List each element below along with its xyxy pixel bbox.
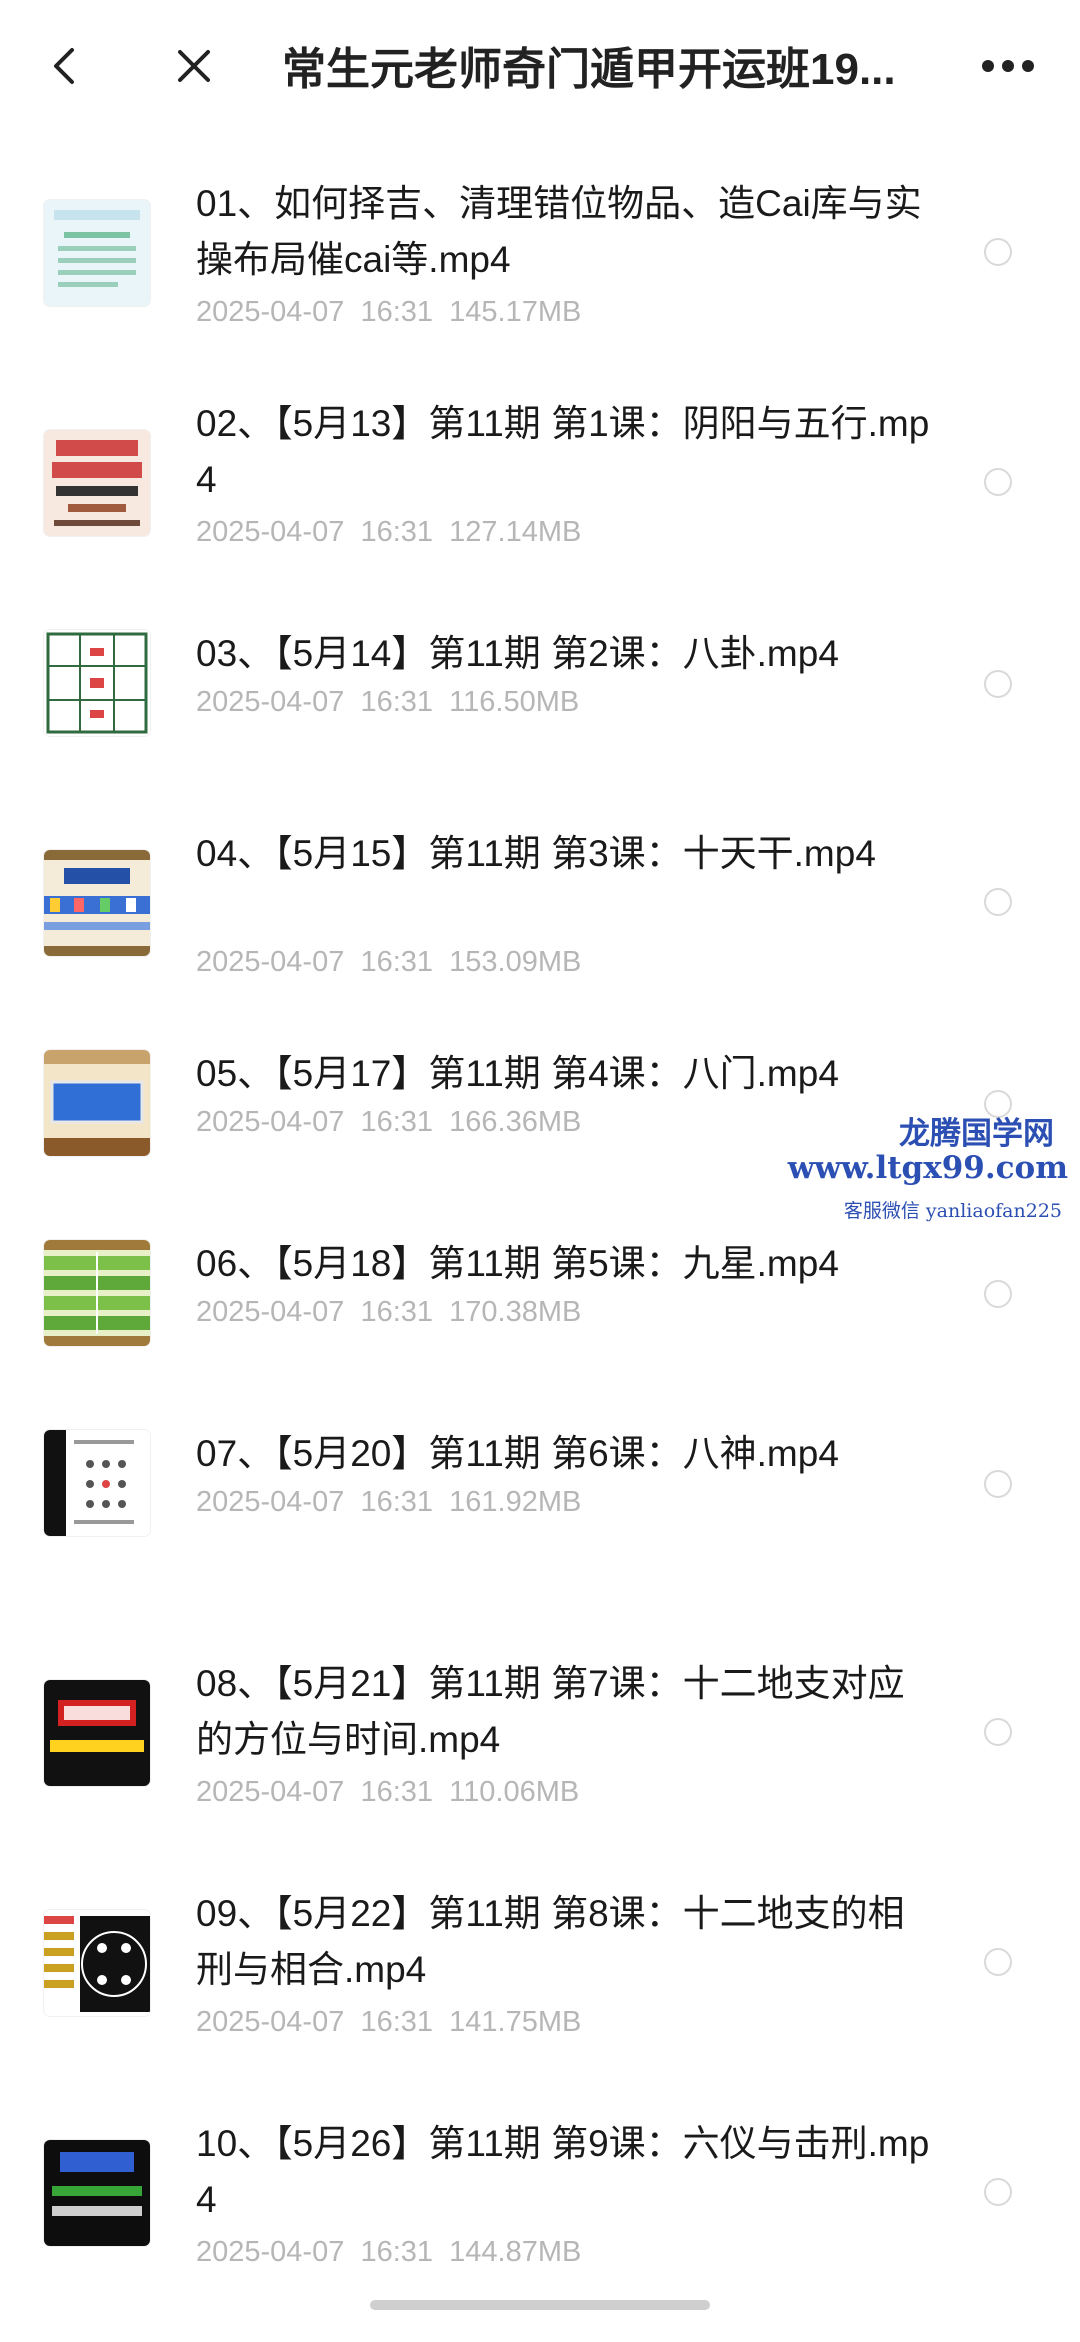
select-radio[interactable] [984,1948,1012,1976]
video-thumbnail [44,1910,150,2016]
file-date: 2025-04-07 [196,2236,345,2268]
page-title: 常生元老师奇门遁甲开运班19... [282,45,896,94]
file-size: 170.38MB [449,1296,582,1328]
file-name: 08、【5月21】第11期 第7课：十二地支对应的方位与时间.mp4 [196,1663,905,1760]
file-size: 116.50MB [449,686,580,718]
file-name: 04、【5月15】第11期 第3课：十天干.mp4 [196,833,876,874]
select-radio[interactable] [984,238,1012,266]
watermark-url: www.ltgx99.com [787,1150,1068,1186]
video-thumbnail [44,200,150,306]
file-meta: 2025-04-07 16:31 141.75MB [196,2006,581,2039]
file-meta: 2025-04-07 16:31 144.87MB [196,2236,581,2269]
file-size: 161.92MB [449,1486,582,1518]
file-name: 01、如何择吉、清理错位物品、造Cai库与实操布局催cai等.mp4 [196,183,922,280]
file-meta: 2025-04-07 16:31 110.06MB [196,1776,579,1809]
file-size: 166.36MB [449,1106,582,1138]
more-button[interactable] [976,36,1040,96]
top-bar: 常生元老师奇门遁甲开运班19... [0,0,1080,140]
file-time: 16:31 [360,296,434,328]
select-radio[interactable] [984,2178,1012,2206]
file-meta: 2025-04-07 16:31 153.09MB [196,946,581,979]
file-date: 2025-04-07 [196,946,345,978]
file-meta: 2025-04-07 16:31 161.92MB [196,1486,581,1519]
file-date: 2025-04-07 [196,2006,345,2038]
file-name: 02、【5月13】第11期 第1课：阴阳与五行.mp4 [196,403,930,500]
select-radio[interactable] [984,1470,1012,1498]
file-date: 2025-04-07 [196,1486,345,1518]
watermark-contact: 客服微信 yanliaofan225 [843,1200,1062,1222]
file-time: 16:31 [360,1776,434,1808]
file-name: 05、【5月17】第11期 第4课：八门.mp4 [196,1053,839,1094]
file-time: 16:31 [360,946,434,978]
file-date: 2025-04-07 [196,686,345,718]
file-name: 03、【5月14】第11期 第2课：八卦.mp4 [196,633,839,674]
file-size: 144.87MB [449,2236,582,2268]
file-time: 16:31 [360,1106,434,1138]
file-name: 10、【5月26】第11期 第9课：六仪与击刑.mp4 [196,2123,930,2220]
file-meta: 2025-04-07 16:31 166.36MB [196,1106,581,1139]
file-size: 110.06MB [449,1776,580,1808]
video-thumbnail [44,1240,150,1346]
chevron-left-icon [54,48,74,84]
video-thumbnail [44,1050,150,1156]
watermark-title: 龙腾国学网 [899,1116,1054,1152]
file-time: 16:31 [360,516,434,548]
more-dots-icon [982,60,1034,72]
video-thumbnail [44,2140,150,2246]
video-thumbnail [44,430,150,536]
select-radio[interactable] [984,1280,1012,1308]
file-date: 2025-04-07 [196,1296,345,1328]
select-radio[interactable] [984,1718,1012,1746]
file-meta: 2025-04-07 16:31 116.50MB [196,686,579,719]
file-meta: 2025-04-07 16:31 170.38MB [196,1296,581,1329]
file-time: 16:31 [360,1486,434,1518]
file-name: 07、【5月20】第11期 第6课：八神.mp4 [196,1433,839,1474]
back-button[interactable] [36,36,96,96]
file-meta: 2025-04-07 16:31 145.17MB [196,296,581,329]
file-size: 127.14MB [449,516,582,548]
home-indicator[interactable] [370,2300,710,2310]
file-time: 16:31 [360,1296,434,1328]
close-icon [178,50,210,82]
file-time: 16:31 [360,2236,434,2268]
close-button[interactable] [164,36,224,96]
video-thumbnail [44,630,150,736]
file-time: 16:31 [360,686,434,718]
file-name: 06、【5月18】第11期 第5课：九星.mp4 [196,1243,839,1284]
file-date: 2025-04-07 [196,1776,345,1808]
file-name: 09、【5月22】第11期 第8课：十二地支的相刑与相合.mp4 [196,1893,905,1990]
video-thumbnail [44,1680,150,1786]
video-thumbnail [44,850,150,956]
file-meta: 2025-04-07 16:31 127.14MB [196,516,581,549]
select-radio[interactable] [984,468,1012,496]
video-thumbnail [44,1430,150,1536]
file-date: 2025-04-07 [196,296,345,328]
file-date: 2025-04-07 [196,516,345,548]
file-size: 153.09MB [449,946,582,978]
select-radio[interactable] [984,888,1012,916]
select-radio[interactable] [984,670,1012,698]
file-time: 16:31 [360,2006,434,2038]
file-size: 141.75MB [449,2006,582,2038]
file-size: 145.17MB [449,296,582,328]
file-date: 2025-04-07 [196,1106,345,1138]
